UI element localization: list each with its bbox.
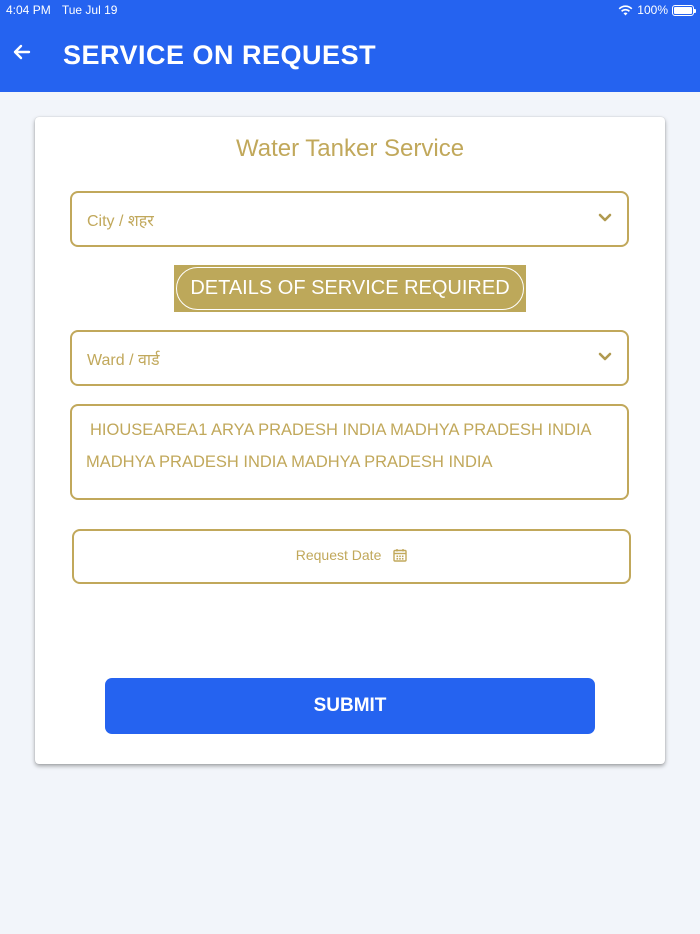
status-date: Tue Jul 19 [61, 3, 118, 17]
status-bar: 4:04 PM Tue Jul 19 100% [0, 0, 700, 20]
back-arrow-icon[interactable] [10, 38, 34, 66]
app-bar: SERVICE ON REQUEST [0, 20, 700, 92]
card-title: Water Tanker Service [235, 135, 465, 162]
request-date-field[interactable]: Request Date [72, 529, 631, 584]
wifi-icon [618, 4, 633, 15]
city-select-label: City / शहर [87, 213, 154, 230]
page-title: SERVICE ON REQUEST [63, 40, 377, 70]
city-select[interactable]: City / शहर [70, 191, 629, 247]
section-label: DETAILS OF SERVICE REQUIRED [174, 265, 526, 312]
chevron-down-icon [598, 352, 612, 361]
section-label-text: DETAILS OF SERVICE REQUIRED [190, 277, 510, 299]
ward-select[interactable]: Ward / वार्ड [70, 330, 629, 386]
battery-percent: 100% [637, 3, 668, 17]
address-text: HIOUSEAREA1 ARYA PRADESH INDIA MADHYA PR… [86, 421, 591, 471]
status-time: 4:04 PM [6, 3, 51, 17]
service-card: Water Tanker Service City / शहर DETAILS … [35, 117, 665, 764]
chevron-down-icon [598, 213, 612, 222]
request-date-label: Request Date [295, 547, 382, 563]
submit-button[interactable]: SUBMIT [105, 678, 595, 734]
battery-icon [672, 4, 696, 16]
calendar-icon [393, 549, 407, 562]
ward-select-label: Ward / वार्ड [87, 352, 160, 369]
address-field[interactable]: HIOUSEAREA1 ARYA PRADESH INDIA MADHYA PR… [70, 404, 629, 500]
